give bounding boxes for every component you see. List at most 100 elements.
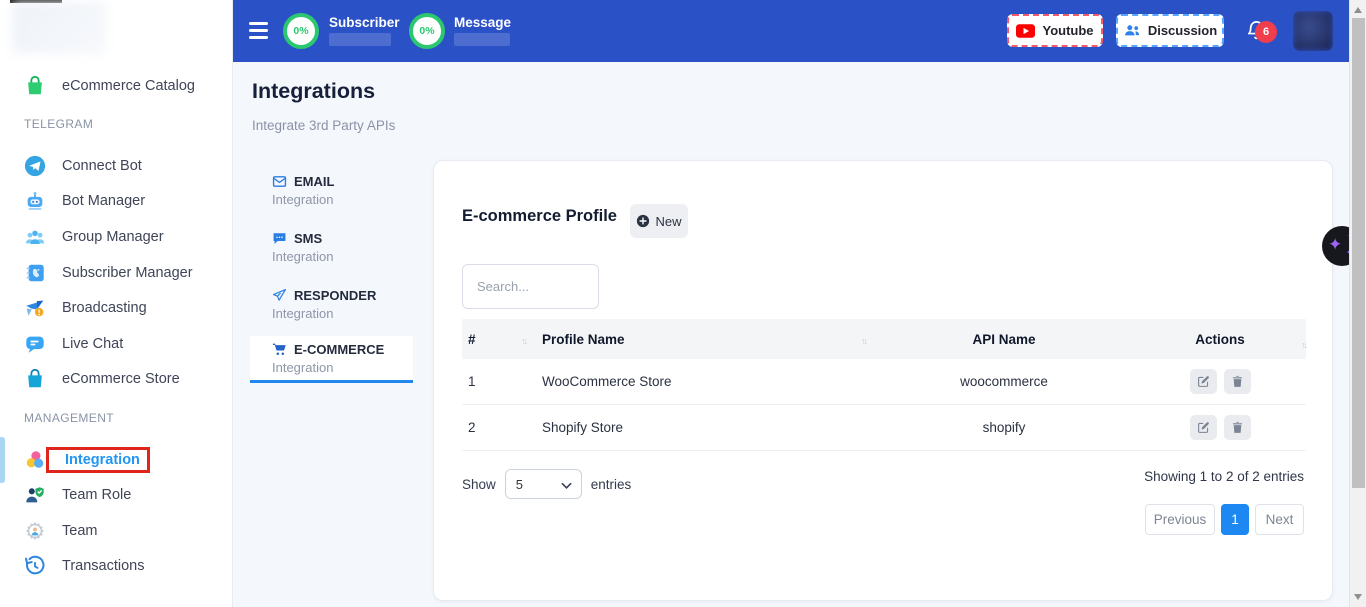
panel-title: E-commerce Profile — [462, 207, 617, 226]
column-header-profile-name: Profile Name — [542, 332, 625, 347]
page-subtitle: Integrate 3rd Party APIs — [252, 118, 395, 133]
column-header-num: # — [468, 332, 476, 347]
sort-icon[interactable]: ↑↓ — [1301, 336, 1306, 350]
sidebar-item-label: Integration — [65, 452, 140, 468]
sidebar-item-team-role[interactable]: Team Role — [0, 477, 233, 513]
sidebar-item-label: eCommerce Catalog — [62, 78, 195, 94]
entries-label: entries — [591, 477, 632, 492]
table-header-row: # ↑↓ Profile Name ↑↓ API Name Actions ↑↓ — [462, 319, 1306, 359]
sidebar-item-ecommerce-catalog[interactable]: eCommerce Catalog — [0, 68, 233, 104]
integration-circles-icon — [24, 449, 46, 471]
chat-bubble-icon — [24, 333, 46, 355]
next-page-button[interactable]: Next — [1255, 504, 1304, 535]
show-label: Show — [462, 477, 496, 492]
hamburger-menu-icon[interactable] — [249, 22, 269, 39]
new-profile-button[interactable]: New — [630, 204, 688, 238]
youtube-button-label: Youtube — [1042, 23, 1093, 38]
sidebar-item-label: eCommerce Store — [62, 371, 180, 387]
youtube-icon — [1016, 24, 1035, 38]
row-number: 1 — [462, 374, 534, 389]
previous-page-button[interactable]: Previous — [1145, 504, 1215, 535]
sidebar-item-label: Subscriber Manager — [62, 265, 193, 281]
send-plane-icon — [272, 288, 287, 303]
sidebar-item-connect-bot[interactable]: Connect Bot — [0, 148, 233, 184]
discussion-button-label: Discussion — [1148, 23, 1217, 38]
plus-circle-icon — [636, 214, 650, 228]
search-input[interactable] — [462, 264, 599, 309]
subnav-ecommerce-integration[interactable]: E-COMMERCE Integration — [250, 336, 413, 383]
person-shield-icon — [24, 484, 46, 506]
sort-icon[interactable]: ↑↓ — [521, 332, 526, 346]
sidebar-item-label: Transactions — [62, 558, 144, 574]
page-1-button[interactable]: 1 — [1221, 504, 1249, 535]
delete-button[interactable] — [1224, 369, 1251, 394]
profiles-table: # ↑↓ Profile Name ↑↓ API Name Actions ↑↓ 1 … — [462, 319, 1306, 451]
sidebar-item-broadcasting[interactable]: Broadcasting — [0, 290, 233, 326]
column-header-api-name: API Name — [972, 332, 1035, 347]
cart-icon — [272, 342, 287, 357]
message-progress-ring: 0% — [409, 13, 445, 49]
scrollbar-thumb[interactable] — [1352, 18, 1365, 488]
annotation-highlight-box: Integration — [46, 447, 150, 473]
shopping-bag-green-icon — [24, 75, 46, 97]
edit-button[interactable] — [1190, 369, 1217, 394]
table-summary: Showing 1 to 2 of 2 entries — [1144, 469, 1304, 484]
sidebar-item-group-manager[interactable]: Group Manager — [0, 219, 233, 255]
robot-icon — [24, 190, 46, 212]
new-button-label: New — [655, 214, 681, 229]
main-content: Integrations Integrate 3rd Party APIs EM… — [233, 62, 1349, 607]
table-row: 1 WooCommerce Store woocommerce — [462, 359, 1306, 405]
users-icon — [1123, 23, 1141, 39]
sidebar-item-live-chat[interactable]: Live Chat — [0, 326, 233, 362]
page-size-select[interactable]: 5 — [505, 469, 582, 499]
user-avatar[interactable] — [1293, 11, 1333, 51]
subnav-responder-integration[interactable]: RESPONDER Integration — [250, 280, 413, 336]
delete-button[interactable] — [1224, 415, 1251, 440]
sidebar-item-ecommerce-store[interactable]: eCommerce Store — [0, 361, 233, 397]
youtube-button[interactable]: Youtube — [1007, 14, 1103, 47]
sidebar-item-subscriber-manager[interactable]: Subscriber Manager — [0, 255, 233, 291]
row-number: 2 — [462, 420, 534, 435]
message-stat-redacted-value — [454, 33, 510, 46]
profile-name-cell: Shopify Store — [534, 420, 874, 435]
contact-book-phone-icon — [24, 262, 46, 284]
sidebar-item-label: Team Role — [62, 487, 131, 503]
subscriber-stat-redacted-value — [329, 33, 391, 46]
gear-person-icon — [24, 520, 46, 542]
sidebar-item-label: Connect Bot — [62, 158, 142, 174]
scroll-up-arrow[interactable] — [1354, 7, 1362, 13]
sidebar-item-label: Broadcasting — [62, 300, 147, 316]
subscriber-progress-ring: 0% — [283, 13, 319, 49]
subnav-sms-integration[interactable]: SMS Integration — [250, 223, 413, 279]
scroll-down-arrow[interactable] — [1354, 594, 1362, 600]
sidebar: eCommerce Catalog TELEGRAM Connect Bot B… — [0, 0, 233, 607]
envelope-icon — [272, 174, 287, 189]
sidebar-section-management: MANAGEMENT — [24, 411, 114, 425]
sidebar-item-integration[interactable]: Integration — [0, 442, 233, 478]
message-stat-label: Message — [454, 15, 511, 30]
app-window: eCommerce Catalog TELEGRAM Connect Bot B… — [0, 0, 1366, 607]
edit-button[interactable] — [1190, 415, 1217, 440]
page-title: Integrations — [252, 79, 375, 104]
app-logo — [12, 2, 106, 54]
vertical-scrollbar[interactable] — [1349, 0, 1366, 607]
sparkle-icon: ✦ — [1328, 236, 1342, 253]
group-people-icon — [24, 226, 46, 248]
ecommerce-profile-card: E-commerce Profile New # ↑↓ Profile Name ↑… — [433, 160, 1333, 601]
sidebar-item-team[interactable]: Team — [0, 513, 233, 549]
subnav-email-integration[interactable]: EMAIL Integration — [250, 166, 413, 222]
notification-count-badge: 6 — [1255, 21, 1277, 43]
sort-icon[interactable]: ↑↓ — [861, 332, 866, 346]
shopping-bag-blue-icon — [24, 368, 46, 390]
sidebar-item-label: Live Chat — [62, 336, 123, 352]
sidebar-item-transactions[interactable]: Transactions — [0, 548, 233, 584]
api-name-cell: shopify — [874, 420, 1134, 435]
table-row: 2 Shopify Store shopify — [462, 405, 1306, 451]
sidebar-item-bot-manager[interactable]: Bot Manager — [0, 183, 233, 219]
api-name-cell: woocommerce — [874, 374, 1134, 389]
topbar: 0% Subscriber 0% Message Youtube Discuss… — [233, 0, 1349, 62]
discussion-button[interactable]: Discussion — [1116, 14, 1224, 47]
column-header-actions: Actions — [1195, 332, 1245, 347]
pagination: Previous 1 Next — [1145, 504, 1304, 535]
page-size-control: Show 5 entries — [462, 469, 631, 499]
